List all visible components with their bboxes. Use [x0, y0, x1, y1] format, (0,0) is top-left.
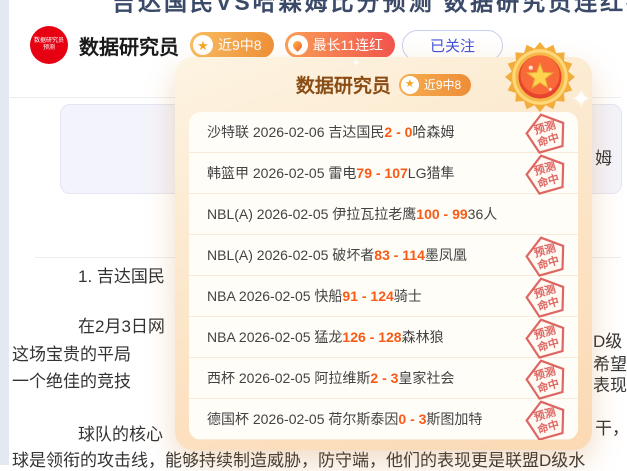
match-info: 西杯 2026-02-05 阿拉维斯	[207, 370, 370, 386]
sparkle-icon: ✦	[571, 88, 591, 112]
match-away: 皇家社会	[398, 370, 454, 386]
hit-stamp-icon: 预测 命中	[524, 235, 568, 275]
article-line: 1. 吉达国民	[78, 262, 165, 287]
expert-name[interactable]: 数据研究员	[79, 31, 179, 60]
match-score: 83 - 114	[374, 247, 425, 263]
popup-badge-recent: ★ 近9中8	[399, 74, 471, 96]
match-info: 韩篮甲 2026-02-05 雷电	[207, 165, 356, 181]
hit-stamp-icon: 预测 命中	[524, 317, 568, 357]
match-score: 126 - 128	[342, 329, 401, 345]
article-line: 在2月3日网	[78, 312, 165, 337]
match-score: 79 - 107	[356, 165, 407, 181]
article-line: 球队的核心	[78, 420, 163, 445]
avatar-text: 数据研究员	[34, 38, 64, 45]
prediction-row[interactable]: 沙特联 2026-02-06 吉达国民2 - 0哈森姆 预测 命中	[189, 112, 578, 152]
gold-medal-icon	[504, 41, 576, 113]
expert-avatar[interactable]: 数据研究员 预测	[30, 26, 68, 64]
article-fragment: D级	[593, 327, 622, 352]
hit-stamp-icon: 预测 命中	[524, 276, 568, 316]
article-fragment: 表现	[593, 371, 627, 396]
page-gutter	[0, 0, 9, 465]
match-score: 2 - 0	[384, 124, 412, 140]
prediction-row[interactable]: 德国杯 2026-02-05 荷尔斯泰因0 - 3斯图加特 预测 命中	[189, 398, 578, 439]
hit-stamp-icon: 预测 命中	[524, 358, 568, 398]
popup-badge-label: 近9中8	[424, 76, 461, 93]
prediction-row[interactable]: 西杯 2026-02-05 阿拉维斯2 - 3皇家社会 预测 命中	[189, 357, 578, 398]
avatar-text: 预测	[43, 45, 55, 52]
expert-record-popup: 数据研究员 ★ 近9中8 沙特联 2026-02-06 吉达国民2 - 0哈森姆…	[175, 57, 592, 450]
prediction-row[interactable]: Euro 2026-02-05 博洛尼亚维图斯70 - 80里昂 预测 命中	[189, 439, 578, 440]
prediction-row[interactable]: 韩篮甲 2026-02-05 雷电79 - 107LG猎隼 预测 命中	[189, 152, 578, 193]
match-score: 100 - 99	[416, 206, 467, 222]
prediction-list: 沙特联 2026-02-06 吉达国民2 - 0哈森姆 预测 命中 韩篮甲 20…	[189, 112, 578, 440]
prediction-row[interactable]: NBA 2026-02-05 快船91 - 124骑士 预测 命中	[189, 275, 578, 316]
badge-recent-label: 近9中8	[218, 35, 262, 55]
badge-longest-streak: 最长11连红	[285, 32, 396, 58]
match-score: 0 - 3	[398, 411, 426, 427]
badge-streak-label: 最长11连红	[313, 35, 384, 55]
match-info: NBL(A) 2026-02-05 破坏者	[207, 247, 374, 263]
article-fragment: 干，	[595, 414, 627, 439]
hit-stamp-icon: 预测 命中	[524, 112, 568, 152]
match-info: 沙特联 2026-02-06 吉达国民	[207, 124, 384, 140]
hit-stamp-icon: 预测 命中	[524, 153, 568, 193]
match-info: NBL(A) 2026-02-05 伊拉瓦拉老鹰	[207, 206, 416, 222]
article-line: 这场宝贵的平局	[12, 340, 131, 365]
match-away: 墨凤凰	[425, 247, 467, 263]
flame-icon	[288, 35, 308, 55]
prediction-row[interactable]: NBL(A) 2026-02-05 伊拉瓦拉老鹰100 - 9936人	[189, 193, 578, 234]
prediction-row[interactable]: NBL(A) 2026-02-05 破坏者83 - 114墨凤凰 预测 命中	[189, 234, 578, 275]
match-away: 森林狼	[402, 329, 444, 345]
match-info: 德国杯 2026-02-05 荷尔斯泰因	[207, 411, 398, 427]
popup-title: 数据研究员	[296, 71, 391, 98]
match-away: 斯图加特	[426, 411, 482, 427]
article-fragment: 姆	[595, 144, 612, 169]
hit-stamp-icon: 预测 命中	[524, 399, 568, 439]
sparkle-icon: ✦	[601, 60, 611, 72]
clipped-article-title: 吉达国民VS哈森姆比分预测 数据研究员连红推荐分析	[112, 0, 627, 17]
sparkle-icon: ✦	[352, 59, 360, 69]
article-line: 一个绝佳的竞技	[12, 367, 131, 392]
match-away: 36人	[468, 206, 498, 222]
match-away: 哈森姆	[412, 124, 454, 140]
match-away: 骑士	[394, 288, 422, 304]
match-away: LG猎隼	[408, 165, 455, 181]
prediction-row[interactable]: NBA 2026-02-05 猛龙126 - 128森林狼 预测 命中	[189, 316, 578, 357]
star-icon: ★	[401, 76, 419, 94]
star-icon: ★	[193, 35, 213, 55]
badge-recent-record: ★ 近9中8	[190, 32, 274, 58]
match-info: NBA 2026-02-05 猛龙	[207, 329, 342, 345]
match-score: 2 - 3	[370, 370, 398, 386]
match-info: NBA 2026-02-05 快船	[207, 288, 342, 304]
match-score: 91 - 124	[342, 288, 393, 304]
